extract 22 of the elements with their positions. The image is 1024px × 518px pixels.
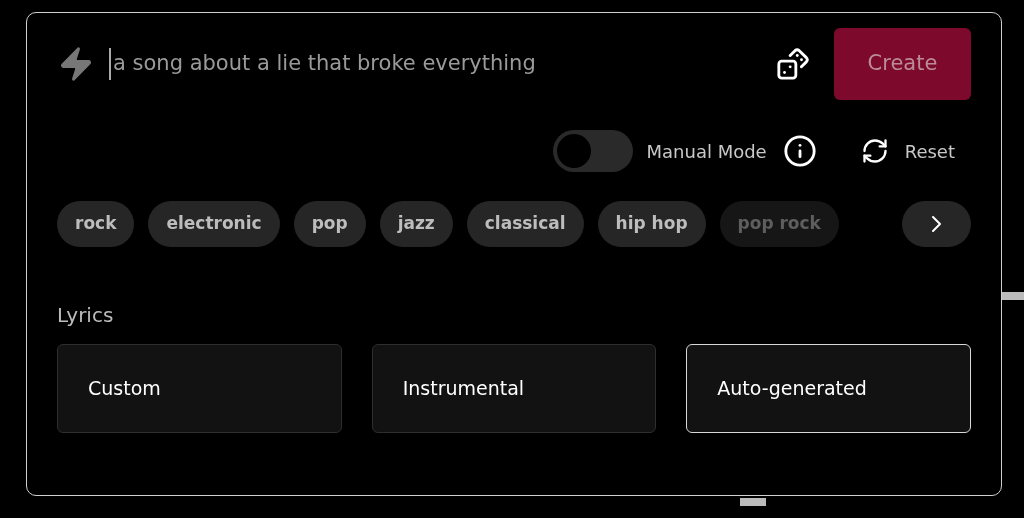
lyrics-option[interactable]: Instrumental bbox=[371, 344, 657, 433]
create-button[interactable]: Create bbox=[834, 28, 971, 100]
scroll-right-button[interactable] bbox=[902, 201, 971, 247]
scrollbar-thumb[interactable] bbox=[740, 498, 766, 506]
refresh-icon bbox=[860, 137, 889, 165]
scrollbar-thumb[interactable] bbox=[1002, 292, 1024, 300]
genre-tag[interactable]: pop bbox=[293, 201, 366, 247]
lyrics-option[interactable]: Auto-generated bbox=[686, 344, 971, 433]
genre-tag[interactable]: electronic bbox=[148, 201, 280, 247]
prompt-field[interactable]: a song about a lie that broke everything bbox=[109, 48, 776, 80]
genre-tag[interactable]: rock bbox=[57, 201, 135, 247]
lyrics-option[interactable]: Custom bbox=[57, 344, 342, 433]
dice-icon[interactable] bbox=[776, 47, 810, 81]
manual-mode-label: Manual Mode bbox=[646, 139, 767, 164]
manual-mode-toggle[interactable] bbox=[552, 130, 633, 172]
genre-tag[interactable]: hip hop bbox=[597, 201, 706, 247]
genre-tag[interactable]: classical bbox=[466, 201, 584, 247]
genre-tag[interactable]: jazz bbox=[379, 201, 453, 247]
chevron-right-icon bbox=[932, 216, 941, 232]
lyrics-label: Lyrics bbox=[57, 302, 115, 329]
reset-button[interactable]: Reset bbox=[860, 137, 955, 165]
info-icon[interactable] bbox=[782, 134, 817, 168]
